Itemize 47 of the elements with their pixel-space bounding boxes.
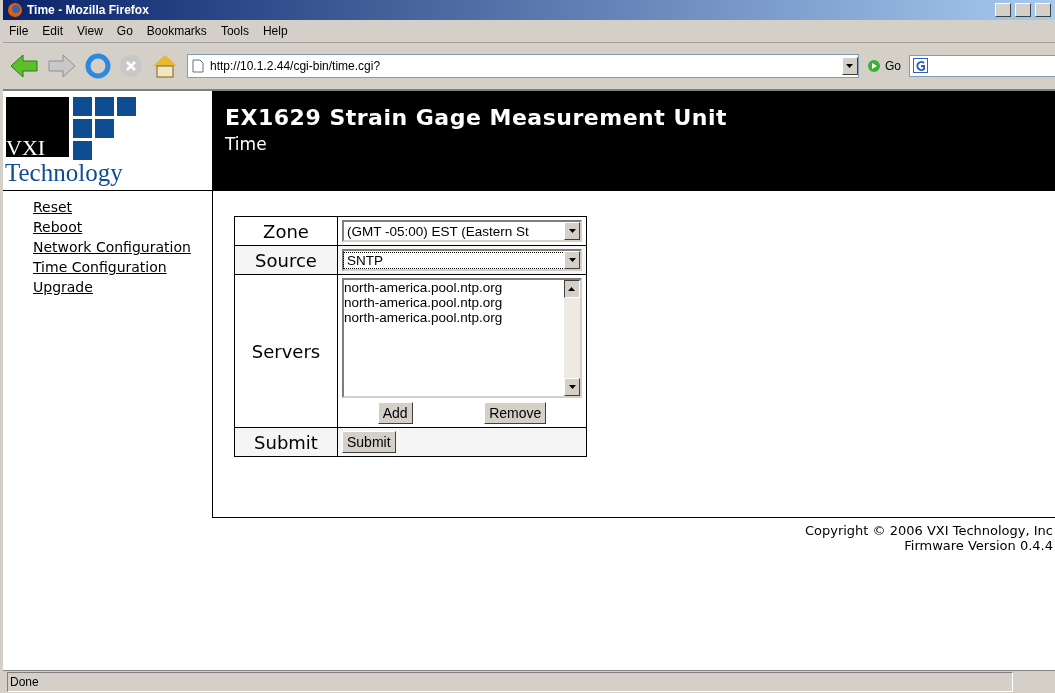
scrollbar[interactable] [564, 280, 580, 396]
list-item[interactable]: north-america.pool.ntp.org [344, 295, 564, 310]
status-text: Done [7, 672, 1013, 692]
go-button[interactable]: Go [867, 59, 901, 73]
list-item[interactable]: north-america.pool.ntp.org [344, 310, 564, 325]
remove-button[interactable]: Remove [484, 402, 547, 424]
address-field[interactable]: http://10.1.2.44/cgi-bin/time.cgi? [187, 54, 859, 78]
form-label: Source [234, 245, 338, 275]
caret-icon [568, 258, 576, 262]
nav-link[interactable]: Network Configuration [33, 239, 212, 255]
caret-icon [568, 287, 576, 291]
menu-item[interactable]: Go [116, 24, 133, 38]
nav-link[interactable]: Reset [33, 199, 212, 215]
form-label: Zone [234, 216, 338, 246]
dropdown-button[interactable] [842, 57, 858, 75]
back-icon[interactable] [9, 53, 39, 79]
menu-item[interactable]: Edit [42, 24, 64, 38]
page-icon [192, 59, 204, 73]
nav-link[interactable]: Time Configuration [33, 259, 212, 275]
page-subtitle: Time [225, 134, 268, 154]
browser-icon [7, 2, 23, 18]
servers-list[interactable]: north-america.pool.ntp.org north-america.pool.ntp.org north-america.pool.ntp.org [342, 278, 582, 398]
menu-item[interactable]: View [77, 24, 103, 38]
source-select[interactable]: SNTP [342, 249, 582, 271]
play-icon [867, 59, 881, 73]
footer-text: Firmware Version 0.4.4 [904, 538, 1053, 553]
zone-select[interactable]: (GMT -05:00) EST (Eastern St [342, 220, 582, 242]
caret-icon [568, 385, 576, 389]
menu-item[interactable]: Bookmarks [146, 24, 207, 38]
search-engine-icon [913, 58, 931, 74]
nav-link[interactable]: Reboot [33, 219, 212, 235]
form-label: Servers [234, 274, 338, 428]
logo-drawing: VXI Technology [3, 93, 153, 189]
add-button[interactable]: Add [377, 402, 413, 424]
menu-item[interactable]: Tools [220, 24, 249, 38]
nav-link[interactable]: Upgrade [33, 279, 212, 295]
menu-item[interactable]: File [9, 24, 29, 38]
menu-item[interactable]: Help [262, 24, 288, 38]
page-title: EX1629 Strain Gage Measurement Unit [225, 105, 728, 130]
caret-icon [568, 229, 576, 233]
search-field[interactable] [909, 55, 1055, 77]
footer-text: Copyright © 2006 VXI Technology, Inc [804, 523, 1053, 538]
window-title: Time - Mozilla Firefox [27, 3, 150, 17]
submit-button[interactable]: Submit [342, 431, 396, 453]
form-label: Submit [234, 427, 338, 457]
list-item[interactable]: north-america.pool.ntp.org [344, 280, 564, 295]
caret-icon [846, 64, 854, 68]
